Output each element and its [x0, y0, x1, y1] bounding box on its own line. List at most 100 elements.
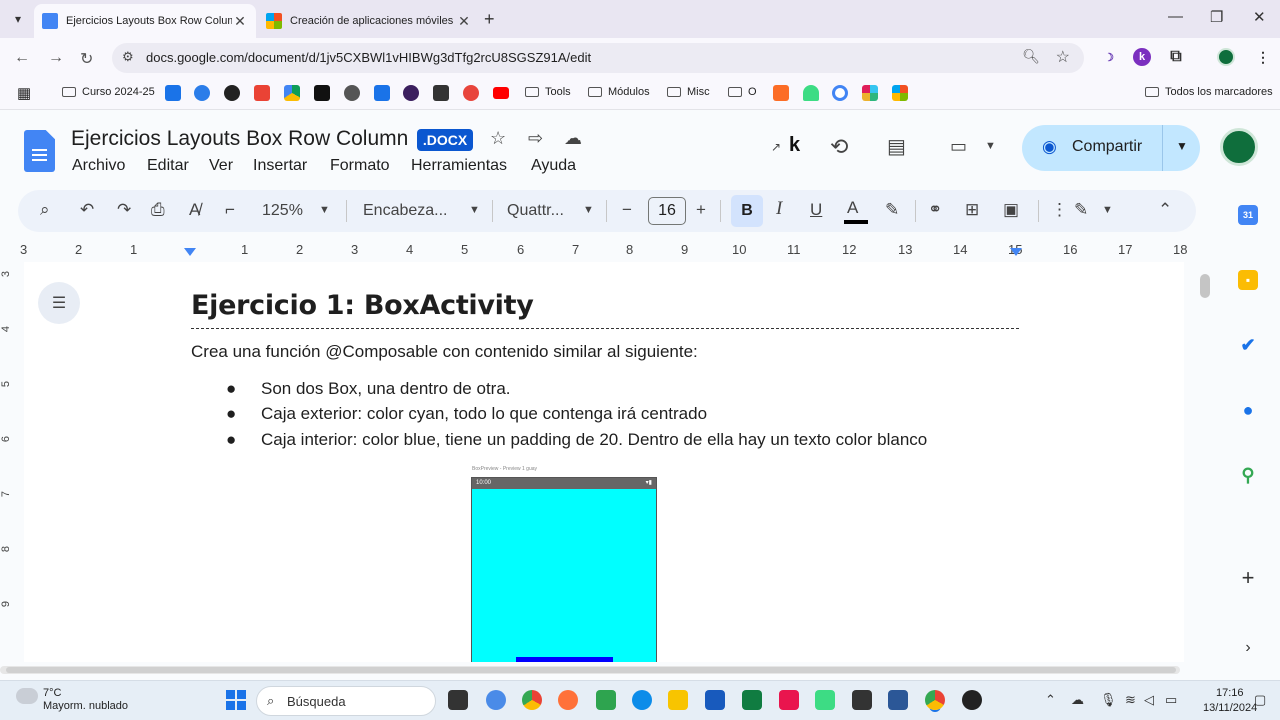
chrome-active-icon[interactable]	[925, 690, 945, 710]
compose-preview-image[interactable]: 10:00 ▾▮	[471, 477, 657, 662]
new-tab-button[interactable]: +	[484, 9, 495, 30]
virtualbox-icon[interactable]	[888, 690, 908, 710]
account-avatar[interactable]	[1220, 128, 1258, 166]
app-e-icon[interactable]	[852, 690, 872, 710]
font-dropdown-icon[interactable]: ▼	[583, 204, 594, 216]
youtube-icon[interactable]	[493, 87, 509, 99]
style-dropdown-icon[interactable]: ▼	[469, 204, 480, 216]
tab-docs[interactable]: Ejercicios Layouts Box Row Colum ✕	[34, 4, 256, 38]
weather-temperature[interactable]: 7°C	[43, 687, 61, 699]
profile-avatar[interactable]	[1217, 48, 1235, 66]
editing-mode-dropdown-icon[interactable]: ▼	[1102, 204, 1113, 216]
document-outline-button[interactable]: ☰	[38, 282, 80, 324]
contacts-icon[interactable]: ●	[1238, 400, 1258, 420]
tab-course[interactable]: Creación de aplicaciones móviles y ✕	[258, 4, 480, 38]
apps-grid-icon[interactable]: ▦	[17, 84, 31, 102]
back-icon[interactable]: ←	[14, 49, 30, 67]
intellij-icon[interactable]	[779, 690, 799, 710]
search-menus-icon[interactable]: ⌕	[40, 200, 50, 220]
horizontal-scrollbar-thumb[interactable]	[6, 667, 1176, 673]
menu-herramientas[interactable]: Herramientas	[411, 157, 507, 175]
editing-mode-icon[interactable]: ✎	[1074, 200, 1088, 220]
gitlab-icon[interactable]	[773, 85, 789, 101]
notifications-icon[interactable]: ▢	[1254, 692, 1266, 708]
chrome-icon[interactable]	[522, 690, 542, 710]
edge-icon[interactable]	[632, 690, 652, 710]
zoom-icon[interactable]: 🔍︎	[1022, 48, 1040, 65]
move-folder-icon[interactable]: ⇨	[528, 128, 543, 149]
style-select[interactable]: Encabeza...	[363, 202, 448, 220]
layers-icon[interactable]	[433, 85, 449, 101]
red-bookmark-icon[interactable]	[463, 85, 479, 101]
bookmark-folder-tools[interactable]: Tools	[525, 86, 571, 98]
menu-ayuda[interactable]: Ayuda	[531, 157, 576, 175]
windows-start-icon[interactable]	[226, 690, 246, 710]
show-hidden-icons[interactable]: ⌃	[1045, 692, 1056, 708]
minimize-button[interactable]: —	[1168, 8, 1183, 25]
github-icon[interactable]	[224, 85, 240, 101]
slack-icon[interactable]	[862, 85, 878, 101]
word-icon[interactable]	[705, 690, 725, 710]
meet-icon[interactable]: ▭	[950, 136, 967, 157]
more-options-icon[interactable]: ⋮	[1051, 200, 1068, 220]
bookmark-folder-modulos[interactable]: Módulos	[588, 86, 650, 98]
vertical-scrollbar-thumb[interactable]	[1200, 274, 1210, 298]
task-view-icon[interactable]	[448, 690, 468, 710]
notion-icon[interactable]	[314, 85, 330, 101]
tasks-icon[interactable]: ✔	[1238, 335, 1258, 355]
redo-icon[interactable]: ↷	[117, 200, 131, 220]
add-comment-icon[interactable]: ⊞	[965, 200, 979, 220]
spellcheck-icon[interactable]: A̸	[189, 200, 200, 220]
menu-formato[interactable]: Formato	[330, 157, 390, 175]
url-text[interactable]: docs.google.com/document/d/1jv5CXBWl1vHI…	[146, 50, 591, 65]
comments-icon[interactable]: ▤	[887, 134, 906, 159]
horizontal-ruler[interactable]: 3 2 1 1 2 3 4 5 6 7 8 9 10 11 12 13 14 1…	[0, 240, 1196, 262]
italic-button[interactable]: I	[776, 198, 782, 220]
open-external-icon[interactable]: ↗	[771, 140, 781, 154]
weather-cloud-icon[interactable]	[16, 688, 38, 704]
gallery-icon[interactable]	[596, 690, 616, 710]
tab-search-button[interactable]: ▾	[6, 7, 30, 31]
taskbar-search[interactable]: ⌕ Búsqueda	[256, 686, 436, 716]
underline-button[interactable]: U	[810, 200, 822, 220]
menu-archivo[interactable]: Archivo	[72, 157, 125, 175]
microsoft-bookmark-icon[interactable]	[892, 85, 908, 101]
weather-description[interactable]: Mayorm. nublado	[43, 700, 128, 712]
menu-ver[interactable]: Ver	[209, 157, 233, 175]
share-dropdown-icon[interactable]: ▼	[1176, 139, 1188, 153]
list-item[interactable]: ● Son dos Box, una dentro de otra.	[226, 379, 511, 399]
bold-button[interactable]: B	[731, 195, 763, 227]
keep-icon[interactable]: ▪	[1238, 270, 1258, 290]
k-extension-icon[interactable]: k	[789, 134, 800, 157]
google-icon[interactable]	[832, 85, 848, 101]
zoom-dropdown-icon[interactable]: ▼	[319, 204, 330, 216]
hide-menus-icon[interactable]: ⌃	[1158, 200, 1172, 220]
bookmark-folder-o[interactable]: O	[728, 86, 757, 98]
left-indent-marker[interactable]	[184, 248, 196, 256]
openai-icon[interactable]	[344, 85, 360, 101]
clock-date[interactable]: 13/11/2024	[1203, 702, 1257, 714]
github-desktop-icon[interactable]	[962, 690, 982, 710]
omnibox[interactable]: ⚙ docs.google.com/document/d/1jv5CXBWl1v…	[112, 43, 1084, 73]
restore-button[interactable]: ❐	[1210, 8, 1223, 26]
forward-icon[interactable]: →	[48, 49, 64, 67]
reload-icon[interactable]: ↻	[80, 49, 93, 69]
onedrive-icon[interactable]: ☁	[1071, 692, 1084, 708]
close-tab-icon[interactable]: ✕	[232, 13, 248, 30]
maps-icon[interactable]: ⚲	[1238, 465, 1258, 485]
document-title[interactable]: Ejercicios Layouts Box Row Column	[71, 127, 408, 151]
analytics-icon[interactable]	[374, 85, 390, 101]
bookmark-star-icon[interactable]: ☆	[1056, 47, 1070, 67]
get-addons-icon[interactable]: +	[1238, 565, 1258, 590]
google-docs-logo-icon[interactable]	[24, 130, 55, 172]
extension-k-icon[interactable]: k	[1133, 48, 1151, 66]
firefox-icon[interactable]	[558, 690, 578, 710]
heading-ejercicio-1[interactable]: Ejercicio 1: BoxActivity	[191, 290, 534, 321]
excel-icon[interactable]	[742, 690, 762, 710]
close-tab-icon[interactable]: ✕	[456, 13, 472, 30]
chevron-down-icon[interactable]: ▼	[985, 140, 996, 152]
file-explorer-icon[interactable]	[668, 690, 688, 710]
right-indent-marker[interactable]	[1010, 248, 1022, 256]
print-icon[interactable]: ⎙	[151, 200, 165, 220]
extension-moon-icon[interactable]: ☽	[1100, 48, 1118, 66]
